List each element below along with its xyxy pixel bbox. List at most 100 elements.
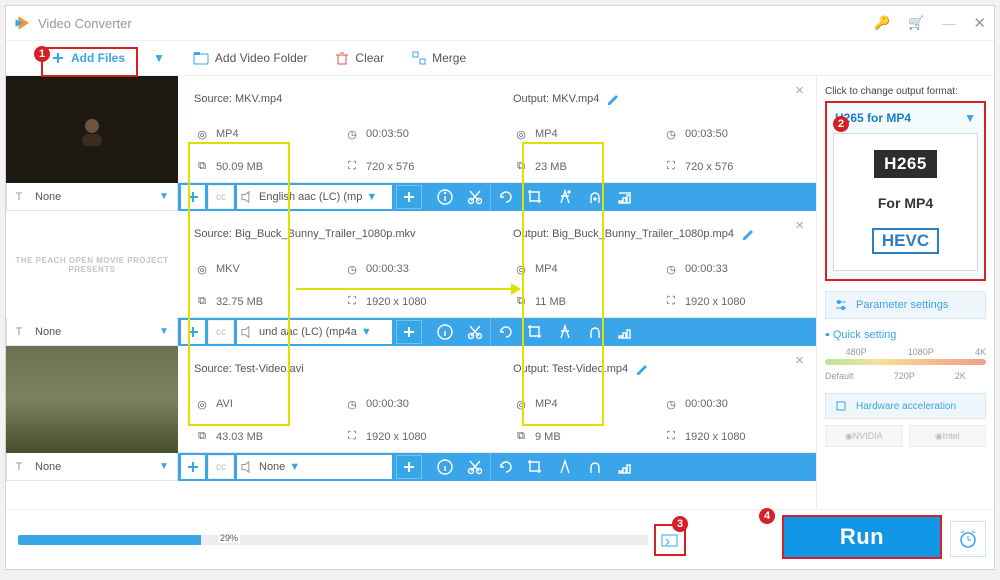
cut-button[interactable] — [460, 453, 490, 481]
subtitle-select[interactable]: TNone▼ — [6, 453, 178, 481]
effects-button[interactable] — [550, 453, 580, 481]
dimensions-icon: ⛶ — [344, 159, 360, 175]
chevron-down-icon: ▼ — [361, 326, 372, 338]
info-button[interactable] — [430, 183, 460, 211]
audio-track-select[interactable]: und aac (LC) (mp4a▼ — [237, 320, 392, 344]
parameter-settings-button[interactable]: Parameter settings — [825, 291, 986, 319]
source-container: AVI — [216, 398, 233, 410]
close-window-button[interactable]: ✕ — [973, 14, 986, 32]
schedule-button[interactable] — [950, 521, 986, 557]
output-container: MP4 — [535, 263, 558, 275]
add-subtitle-button[interactable] — [181, 185, 205, 209]
text-icon: T — [7, 326, 31, 338]
add-subtitle-button[interactable] — [181, 320, 205, 344]
source-size: 32.75 MB — [216, 296, 263, 308]
output-info: × Output: Test-Video.mp4 ◎MP4◷00:00:30 ⧉… — [497, 346, 816, 453]
edit-filename-button[interactable] — [607, 92, 621, 106]
scale-720p: 720P — [894, 371, 915, 381]
annotation-badge-1: 1 — [34, 46, 50, 62]
edit-filename-button[interactable] — [742, 227, 756, 241]
quality-slider[interactable] — [825, 359, 986, 365]
video-thumbnail[interactable]: THE PEACH OPEN MOVIE PROJECT PRESENTS — [6, 211, 178, 318]
crop-button[interactable] — [520, 183, 550, 211]
cut-button[interactable] — [460, 183, 490, 211]
audio-track-select[interactable]: English aac (LC) (mp ▼ — [237, 185, 392, 209]
hardware-acceleration-button[interactable]: Hardware acceleration — [825, 393, 986, 419]
rotate-button[interactable] — [490, 318, 520, 346]
rotate-button[interactable] — [490, 183, 520, 211]
folder-icon: ⧉ — [513, 159, 529, 175]
captions-button[interactable]: cc — [208, 185, 234, 209]
watermark-button[interactable] — [580, 318, 610, 346]
add-subtitle-button[interactable] — [181, 455, 205, 479]
edit-filename-button[interactable] — [636, 362, 650, 376]
text-icon: T — [7, 461, 31, 473]
add-audio-button[interactable] — [396, 185, 422, 209]
key-icon[interactable]: 🔑 — [874, 15, 890, 31]
add-files-label: Add Files — [71, 51, 125, 65]
add-audio-button[interactable] — [396, 455, 422, 479]
info-button[interactable] — [430, 318, 460, 346]
clear-button[interactable]: Clear — [335, 51, 384, 65]
output-filename: Output: MKV.mp4 — [513, 93, 599, 105]
audio-track-select[interactable]: None▼ — [237, 455, 392, 479]
cart-icon[interactable]: 🛒 — [908, 15, 924, 31]
remove-file-button[interactable]: × — [795, 217, 804, 234]
film-icon: ◎ — [194, 261, 210, 277]
merge-icon — [412, 51, 426, 65]
clock-icon: ◷ — [344, 126, 360, 142]
captions-button[interactable]: cc — [208, 455, 234, 479]
minimize-button[interactable]: — — [942, 16, 955, 31]
source-filename: Source: MKV.mp4 — [194, 93, 282, 105]
run-button[interactable]: Run — [782, 515, 942, 559]
source-info: Source: Test-Video.avi ◎AVI◷00:00:30 ⧉43… — [178, 346, 497, 453]
effects-button[interactable] — [550, 318, 580, 346]
add-files-dropdown-caret[interactable]: ▼ — [153, 51, 165, 65]
clock-icon: ◷ — [344, 261, 360, 277]
dimensions-icon: ⛶ — [344, 429, 360, 445]
speaker-icon — [241, 460, 255, 474]
rotate-button[interactable] — [490, 453, 520, 481]
cut-button[interactable] — [460, 318, 490, 346]
output-info: × Output: Big_Buck_Bunny_Trailer_1080p.m… — [497, 211, 816, 318]
source-container: MP4 — [216, 128, 239, 140]
subtitle-select[interactable]: T None ▼ — [6, 183, 178, 211]
merge-button[interactable]: Merge — [412, 51, 466, 65]
remove-file-button[interactable]: × — [795, 82, 804, 99]
scale-1080p: 1080P — [908, 347, 934, 357]
effects-button[interactable] — [550, 183, 580, 211]
video-thumbnail[interactable] — [6, 346, 178, 453]
add-files-button[interactable]: Add Files — [51, 51, 125, 65]
format-select[interactable]: H265 for MP4▼ — [833, 107, 978, 129]
output-format-box[interactable]: H265 for MP4▼ H265 For MP4 HEVC — [825, 101, 986, 281]
file-row: Source: MKV.mp4 ◎MP4 ◷00:03:50 ⧉50.09 MB… — [6, 76, 816, 183]
source-info: Source: Big_Buck_Bunny_Trailer_1080p.mkv… — [178, 211, 497, 318]
video-thumbnail[interactable] — [6, 76, 178, 183]
watermark-button[interactable] — [580, 453, 610, 481]
enhance-button[interactable] — [610, 318, 640, 346]
enhance-button[interactable] — [610, 183, 640, 211]
captions-button[interactable]: cc — [208, 320, 234, 344]
app-title: Video Converter — [38, 16, 132, 31]
crop-button[interactable] — [520, 453, 550, 481]
text-icon: T — [7, 191, 31, 203]
add-folder-button[interactable]: Add Video Folder — [193, 51, 308, 65]
output-filename: Output: Test-Video.mp4 — [513, 363, 628, 375]
thumbnail-text: THE PEACH OPEN MOVIE PROJECT PRESENTS — [12, 256, 172, 274]
output-duration: 00:00:33 — [685, 263, 728, 275]
merge-label: Merge — [432, 51, 466, 65]
format-card: H265 For MP4 HEVC — [833, 133, 978, 271]
chevron-down-icon: ▼ — [151, 191, 177, 202]
watermark-button[interactable] — [580, 183, 610, 211]
chevron-down-icon: ▼ — [964, 111, 976, 125]
enhance-button[interactable] — [610, 453, 640, 481]
progress-percent: 29% — [218, 533, 240, 543]
info-button[interactable] — [430, 453, 460, 481]
dimensions-icon: ⛶ — [663, 159, 679, 175]
subtitle-select[interactable]: TNone▼ — [6, 318, 178, 346]
add-audio-button[interactable] — [396, 320, 422, 344]
chevron-down-icon: ▼ — [289, 461, 300, 473]
output-size: 23 MB — [535, 161, 567, 173]
remove-file-button[interactable]: × — [795, 352, 804, 369]
crop-button[interactable] — [520, 318, 550, 346]
